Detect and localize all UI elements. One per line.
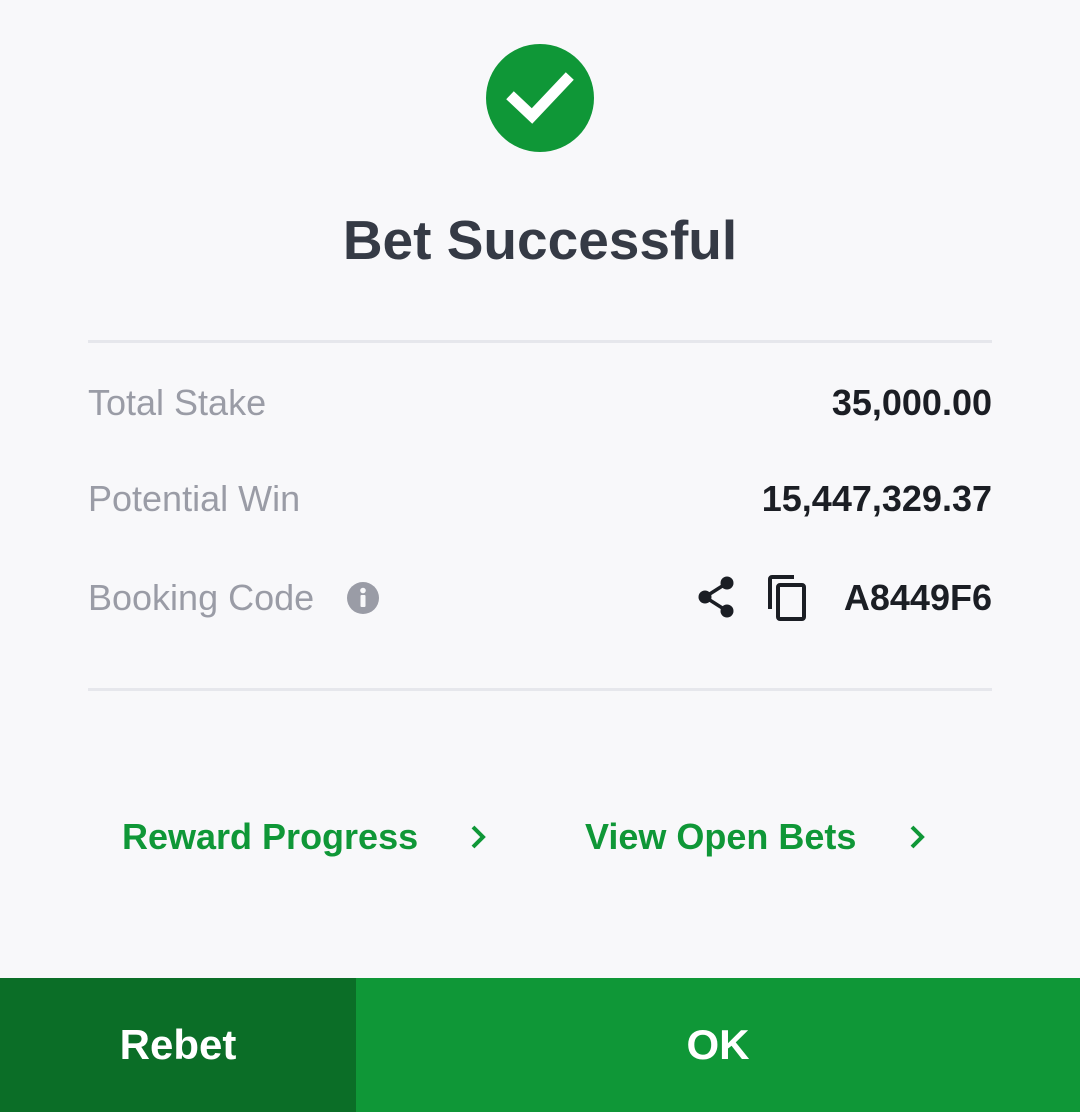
- booking-code-label: Booking Code: [88, 577, 315, 618]
- share-icon[interactable]: [694, 573, 738, 621]
- booking-code-row: Booking Code A8449F6: [88, 573, 992, 623]
- reward-progress-label: Reward Progress: [122, 816, 419, 857]
- view-open-bets-link[interactable]: View Open Bets: [585, 810, 945, 864]
- ok-button[interactable]: OK: [356, 978, 1080, 1112]
- potential-win-value: 15,447,329.37: [761, 478, 992, 519]
- total-stake-value: 35,000.00: [831, 382, 992, 423]
- check-circle-icon: [486, 44, 594, 152]
- total-stake-row: Total Stake 35,000.00: [88, 378, 992, 428]
- footer-actions: Rebet OK: [0, 978, 1080, 1112]
- info-icon[interactable]: [346, 581, 380, 615]
- divider-bottom: [88, 688, 992, 691]
- view-open-bets-label: View Open Bets: [585, 816, 857, 857]
- reward-progress-link[interactable]: Reward Progress: [122, 810, 502, 864]
- bet-success-dialog: Bet Successful Total Stake 35,000.00 Pot…: [0, 0, 1080, 1112]
- potential-win-label: Potential Win: [88, 478, 301, 519]
- rebet-button[interactable]: Rebet: [0, 978, 356, 1112]
- chevron-right-icon: [905, 823, 929, 851]
- total-stake-label: Total Stake: [88, 382, 267, 423]
- booking-code-value[interactable]: A8449F6: [844, 573, 992, 623]
- copy-icon[interactable]: [764, 573, 812, 623]
- divider-top: [88, 340, 992, 343]
- chevron-right-icon: [466, 823, 490, 851]
- dialog-title: Bet Successful: [342, 209, 738, 271]
- potential-win-row: Potential Win 15,447,329.37: [88, 474, 992, 524]
